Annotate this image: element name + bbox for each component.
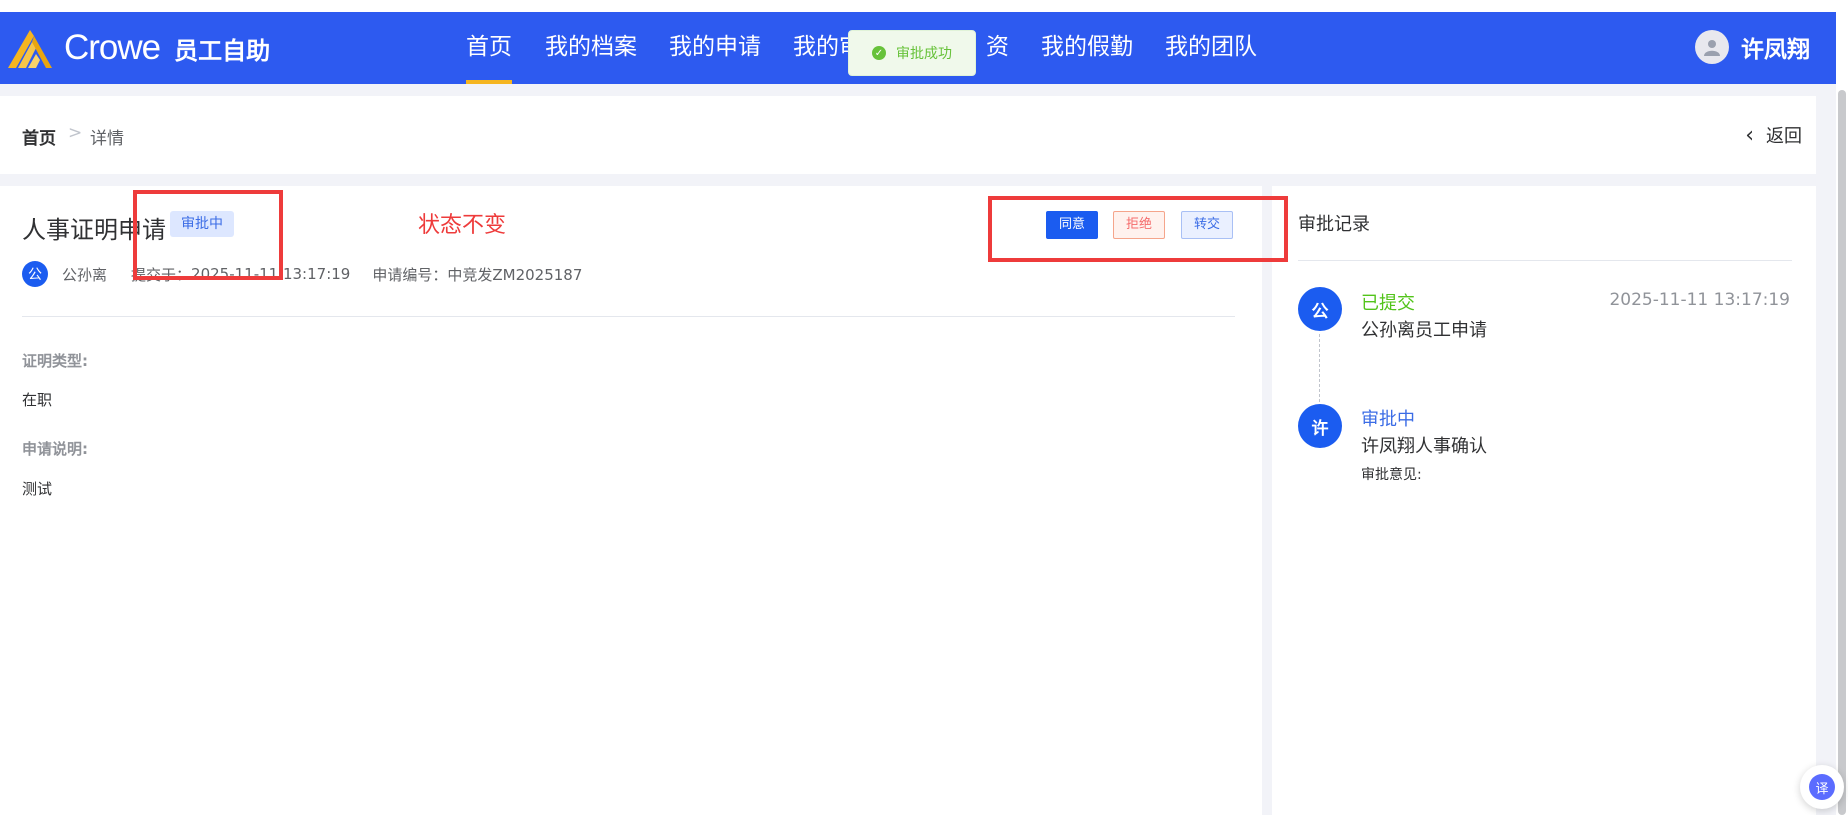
approval-records-panel: 审批记录 公 已提交 2025-11-11 13:17:19 公孙离员工申请 许… (1272, 186, 1816, 815)
translate-button[interactable]: 译 (1800, 765, 1844, 809)
applicant-name: 公孙离 (62, 265, 108, 284)
detail-panel: 人事证明申请 审批中 同意 拒绝 转交 公 公孙离 提交于： 2025-11-1… (0, 186, 1262, 815)
top-strip (0, 0, 1848, 12)
timeline-connector (1319, 334, 1320, 402)
nav-my-profile[interactable]: 我的档案 (545, 30, 637, 84)
logo-text: Crowe (64, 28, 161, 67)
logo[interactable]: Crowe 员工自助 (6, 26, 270, 70)
field-value-certificate-type: 在职 (22, 391, 53, 409)
timeline-avatar: 公 (1298, 287, 1342, 331)
chevron-left-icon: ‹ (1745, 122, 1754, 148)
breadcrumb-home[interactable]: 首页 (22, 124, 56, 149)
nav-my-applications[interactable]: 我的申请 (669, 30, 761, 84)
timeline-description: 许凤翔人事确认 (1361, 436, 1487, 457)
crowe-logo-icon (8, 30, 52, 68)
timeline-status: 审批中 (1361, 409, 1415, 430)
annotation-box-actions (988, 196, 1288, 262)
timeline-status: 已提交 (1361, 293, 1415, 314)
nav-my-salary[interactable]: 资 (986, 30, 1009, 84)
nav-my-attendance[interactable]: 我的假勤 (1041, 30, 1133, 84)
user-name: 许凤翔 (1741, 37, 1810, 63)
breadcrumb-separator-icon: > (68, 123, 83, 143)
timeline-description: 公孙离员工申请 (1361, 320, 1487, 341)
app-name: 员工自助 (174, 36, 271, 65)
application-number-label: 申请编号： (372, 265, 448, 284)
timeline-comment-label: 审批意见: (1361, 467, 1422, 483)
back-label: 返回 (1766, 126, 1802, 147)
check-circle-icon: ✓ (872, 46, 886, 60)
applicant-avatar: 公 (22, 261, 48, 287)
translate-icon: 译 (1809, 774, 1835, 800)
breadcrumb-current: 详情 (90, 129, 124, 149)
success-toast: ✓ 审批成功 (848, 30, 976, 76)
records-divider (1298, 260, 1792, 261)
timeline-avatar: 许 (1298, 404, 1342, 448)
divider (22, 316, 1235, 317)
back-button[interactable]: ‹ 返回 (1745, 122, 1802, 148)
annotation-text: 状态不变 (418, 213, 507, 238)
nav-home[interactable]: 首页 (466, 30, 512, 84)
scrollbar-thumb[interactable] (1838, 90, 1846, 815)
application-number: 中竞发ZM2025187 (447, 265, 583, 284)
field-value-description: 测试 (22, 480, 53, 498)
timeline-time: 2025-11-11 13:17:19 (1609, 290, 1790, 310)
user-menu[interactable]: 许凤翔 (1695, 30, 1810, 64)
breadcrumb: 首页 > 详情 ‹ 返回 (0, 96, 1816, 174)
toast-message: 审批成功 (896, 46, 952, 62)
user-avatar-icon (1695, 30, 1729, 64)
field-label-certificate-type: 证明类型: (22, 352, 88, 370)
annotation-box-status (133, 190, 283, 280)
field-label-description: 申请说明: (22, 440, 88, 458)
records-title: 审批记录 (1298, 214, 1370, 235)
meta-row: 公 公孙离 提交于： 2025-11-11 13:17:19 申请编号： 中竞发… (22, 261, 582, 287)
nav-my-team[interactable]: 我的团队 (1165, 30, 1257, 84)
